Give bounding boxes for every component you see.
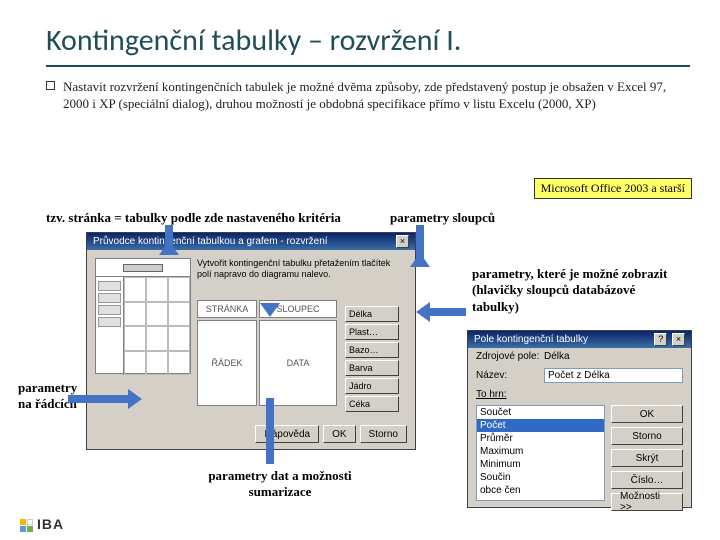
source-value: Délka xyxy=(544,351,570,362)
arrow-icon xyxy=(266,398,274,464)
options-button[interactable]: Možnosti >> xyxy=(611,493,683,511)
pivot-wizard-dialog: Průvodce kontingenční tabulkou a grafem … xyxy=(86,232,416,450)
dropzone-page[interactable]: STRÁNKA xyxy=(197,300,257,318)
wizard-hint: Vytvořit kontingenční tabulku přetažením… xyxy=(197,258,407,280)
close-icon[interactable]: × xyxy=(396,235,409,248)
fielddlg-titlebar: Pole kontingenční tabulky ? × xyxy=(468,331,691,348)
list-item[interactable]: Průměr xyxy=(477,432,604,445)
list-item[interactable]: Součin xyxy=(477,471,604,484)
name-label: Název: xyxy=(476,370,540,381)
footer-logo: IBA xyxy=(20,516,64,532)
field-button[interactable]: Plast… xyxy=(345,324,399,340)
label-data: parametry dat a možnosti sumarizace xyxy=(185,468,375,501)
field-button[interactable]: Barva xyxy=(345,360,399,376)
dropzone-row[interactable]: ŘÁDEK xyxy=(197,320,257,406)
field-button[interactable]: Délka xyxy=(345,306,399,322)
cancel-button[interactable]: Storno xyxy=(611,427,683,445)
label-page: tzv. stránka = tabulky podle zde nastave… xyxy=(46,210,341,226)
label-columns: parametry sloupců xyxy=(390,210,495,226)
list-item[interactable]: obce čen xyxy=(477,484,604,497)
layout-thumbnail xyxy=(95,258,191,374)
list-item[interactable]: Minimum xyxy=(477,458,604,471)
number-button[interactable]: Číslo… xyxy=(611,471,683,489)
bullet-item: Nastavit rozvržení kontingenčních tabule… xyxy=(0,79,720,113)
wizard-titlebar: Průvodce kontingenční tabulkou a grafem … xyxy=(87,233,415,250)
close-icon[interactable]: × xyxy=(672,333,685,346)
source-label: Zdrojové pole: xyxy=(476,351,540,362)
ok-button[interactable]: OK xyxy=(323,425,355,443)
bullet-marker xyxy=(46,81,55,90)
arrow-icon xyxy=(165,225,173,255)
title-rule xyxy=(46,65,690,67)
list-item[interactable]: Počet xyxy=(477,419,604,432)
hide-button[interactable]: Skrýt xyxy=(611,449,683,467)
field-button[interactable]: Bazo… xyxy=(345,342,399,358)
wizard-title: Průvodce kontingenční tabulkou a grafem … xyxy=(93,236,328,247)
bullet-text: Nastavit rozvržení kontingenčních tabule… xyxy=(63,79,670,113)
logo-text: IBA xyxy=(37,516,64,532)
field-button[interactable]: Jádro xyxy=(345,378,399,394)
field-button[interactable]: Céka xyxy=(345,396,399,412)
field-list: Délka Plast… Bazo… Barva Jádro Céka xyxy=(345,306,399,412)
pivot-field-dialog: Pole kontingenční tabulky ? × Zdrojové p… xyxy=(467,330,692,508)
help-icon[interactable]: ? xyxy=(654,333,667,346)
list-item[interactable]: Součet xyxy=(477,406,604,419)
label-field-list: parametry, které je možné zobrazit (hlav… xyxy=(472,266,682,315)
cancel-button[interactable]: Storno xyxy=(360,425,407,443)
summary-label: To hrn: xyxy=(476,389,540,400)
list-item[interactable]: Maximum xyxy=(477,445,604,458)
arrow-icon xyxy=(68,395,128,403)
arrow-icon xyxy=(430,308,466,316)
logo-mark-icon xyxy=(20,519,33,532)
summary-listbox[interactable]: Součet Počet Průměr Maximum Minimum Souč… xyxy=(476,405,605,501)
fielddlg-title: Pole kontingenční tabulky xyxy=(474,334,588,345)
version-badge: Microsoft Office 2003 a starší xyxy=(534,178,692,199)
ok-button[interactable]: OK xyxy=(611,405,683,423)
name-input[interactable]: Počet z Délka xyxy=(544,368,683,383)
arrow-icon xyxy=(416,225,424,267)
slide-title: Kontingenční tabulky – rozvržení I. xyxy=(0,0,720,65)
